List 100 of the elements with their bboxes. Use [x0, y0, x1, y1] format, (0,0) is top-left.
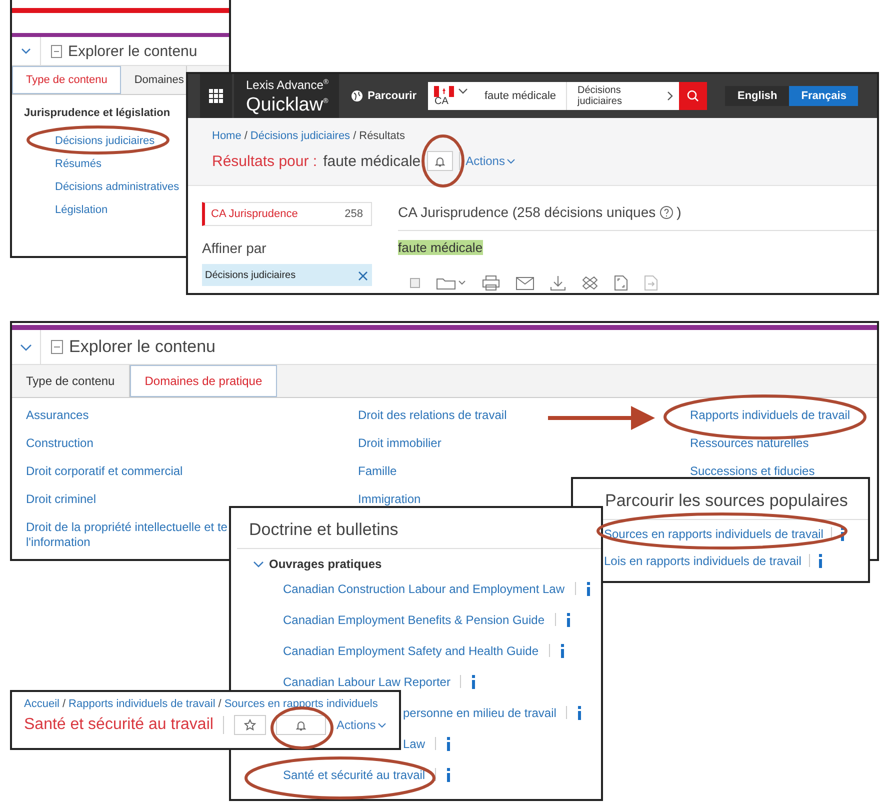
search-field[interactable]: CA faute médicale Décisions judiciaires	[428, 82, 708, 110]
filter-item[interactable]: CA Jurisprudence 258	[202, 202, 372, 226]
results-heading-close: )	[676, 204, 682, 220]
actions-menu[interactable]: Actions	[466, 154, 515, 168]
grid-icon	[209, 89, 223, 103]
logo[interactable]: Lexis Advance$^{®}$ Quicklaw$^{®}$	[234, 74, 339, 118]
publication-link[interactable]: Canadian Construction Labour and Employment Law	[283, 582, 565, 596]
chevron-icon	[667, 91, 674, 101]
browse-button[interactable]: Parcourir	[350, 90, 416, 102]
practice-area-link[interactable]: Immigration	[358, 492, 421, 507]
window-title: Doctrine et bulletins	[248, 519, 400, 541]
search-icon	[687, 90, 700, 102]
content-link[interactable]: Résumés	[55, 158, 102, 170]
info-icon[interactable]	[560, 644, 564, 658]
info-icon[interactable]	[840, 526, 846, 540]
breadcrumb-current: Résultats	[359, 130, 405, 142]
practice-area-link[interactable]: Ressources naturelles	[690, 436, 809, 451]
globe-icon	[350, 90, 363, 102]
results-label: Résultats pour :	[212, 152, 318, 170]
dropbox-icon[interactable]	[582, 275, 598, 291]
info-icon[interactable]	[446, 736, 452, 750]
highlight-ellipse	[422, 134, 464, 188]
chevron-icon	[458, 88, 468, 94]
document-icon	[51, 44, 62, 58]
info-icon[interactable]	[586, 582, 591, 596]
search-button[interactable]	[679, 82, 708, 110]
highlight-ellipse	[270, 706, 334, 750]
tab[interactable]: Domaines de pratique	[130, 365, 278, 397]
window-title: Parcourir les sources populaires	[604, 490, 849, 512]
star-icon	[244, 719, 256, 731]
chevron-icon	[378, 722, 386, 728]
alert-button[interactable]	[276, 715, 326, 735]
practice-area-link[interactable]: Rapports individuels de travail	[690, 408, 850, 423]
favorite-button[interactable]	[234, 715, 266, 735]
apps-button[interactable]	[200, 74, 232, 118]
language-button[interactable]: Français	[789, 86, 858, 106]
chevron-icon	[253, 560, 264, 568]
publication-link[interactable]: personne en milieu de travail	[403, 706, 556, 720]
practice-area-link[interactable]: Famille	[358, 464, 397, 479]
breadcrumb-link[interactable]: Sources en rapports individuels	[224, 698, 378, 710]
content-link[interactable]: Décisions administratives	[55, 181, 180, 193]
chevron-icon	[506, 158, 515, 164]
results-heading: CA Jurisprudence (258 décisions uniques	[398, 204, 656, 220]
query-text: faute médicale	[323, 152, 421, 170]
breadcrumb-separator: /	[218, 698, 222, 710]
info-icon[interactable]	[566, 612, 570, 626]
highlighted-term: faute médicale	[398, 240, 483, 255]
tab[interactable]: Type de contenu	[12, 66, 122, 94]
publication-link[interactable]: Canadian Employment Safety and Health Guide	[283, 644, 538, 658]
document-icon	[51, 340, 63, 354]
panel-title: Explorer le contenu	[68, 42, 198, 60]
publication-link[interactable]: Canadian Labour Law Reporter	[283, 674, 450, 688]
practice-area-link[interactable]: Droit corporatif et commercial	[26, 464, 183, 479]
practice-area-link[interactable]: l'information	[26, 535, 90, 550]
breadcrumb-separator: /	[244, 130, 248, 142]
mail-icon[interactable]	[516, 276, 534, 290]
bell-icon	[296, 720, 306, 730]
chevron-icon	[20, 344, 32, 350]
breadcrumb-separator: /	[62, 698, 66, 710]
practice-area-link[interactable]: Droit criminel	[26, 492, 96, 507]
panel-title: Explorer le contenu	[69, 337, 216, 357]
content-link[interactable]: Législation	[55, 204, 108, 216]
practice-area-link[interactable]: Droit immobilier	[358, 436, 442, 451]
practice-area-link[interactable]: Droit des relations de travail	[358, 408, 507, 423]
info-icon[interactable]	[471, 674, 476, 688]
publication-link[interactable]: Law	[403, 736, 426, 750]
breadcrumb-link[interactable]: Rapports individuels de travail	[68, 698, 216, 710]
info-icon[interactable]	[818, 554, 824, 568]
breadcrumb-link[interactable]: Accueil	[24, 698, 60, 710]
info-icon[interactable]	[577, 706, 582, 720]
info-icon[interactable]	[446, 768, 452, 782]
content-link[interactable]: Décisions judiciaires	[55, 135, 155, 147]
section-toggle[interactable]: Ouvrages pratiques	[231, 549, 601, 573]
practice-area-link[interactable]: Construction	[26, 436, 94, 451]
alert-button[interactable]	[426, 151, 453, 171]
language-button[interactable]: English	[725, 86, 790, 106]
breadcrumb-link[interactable]: Home	[212, 130, 242, 142]
applied-filter[interactable]: Décisions judiciaires	[202, 264, 372, 286]
jurisdiction-selector[interactable]: CA	[428, 86, 474, 106]
expand-icon[interactable]	[614, 275, 628, 291]
flag-icon	[434, 86, 454, 96]
breadcrumb-separator: /	[353, 130, 356, 142]
source-link[interactable]: Lois en rapports individuels de travail	[604, 554, 802, 568]
folder-icon[interactable]	[436, 276, 466, 290]
publication-link[interactable]: Canadian Employment Benefits & Pension Guide	[283, 612, 544, 626]
download-icon[interactable]	[550, 275, 566, 291]
practice-area-link[interactable]: Droit de la propriété intellectuelle et te	[26, 520, 228, 535]
print-icon[interactable]	[482, 275, 500, 291]
actions-menu[interactable]: Actions	[336, 718, 386, 732]
close-icon[interactable]	[358, 270, 368, 280]
select-all-checkbox[interactable]	[410, 278, 420, 288]
practice-area-link[interactable]: Successions et fiducies	[690, 464, 815, 479]
group-label: Jurisprudence et législation	[24, 107, 172, 119]
bell-icon	[434, 156, 445, 166]
help-icon[interactable]	[660, 206, 673, 218]
page-title: Santé et sécurité au travail	[24, 716, 214, 734]
publication-link[interactable]: Santé et sécurité au travail	[283, 768, 426, 782]
practice-area-link[interactable]: Assurances	[26, 408, 89, 423]
refine-label: Affiner par	[202, 240, 268, 256]
breadcrumb-link[interactable]: Décisions judiciaires	[250, 130, 350, 142]
